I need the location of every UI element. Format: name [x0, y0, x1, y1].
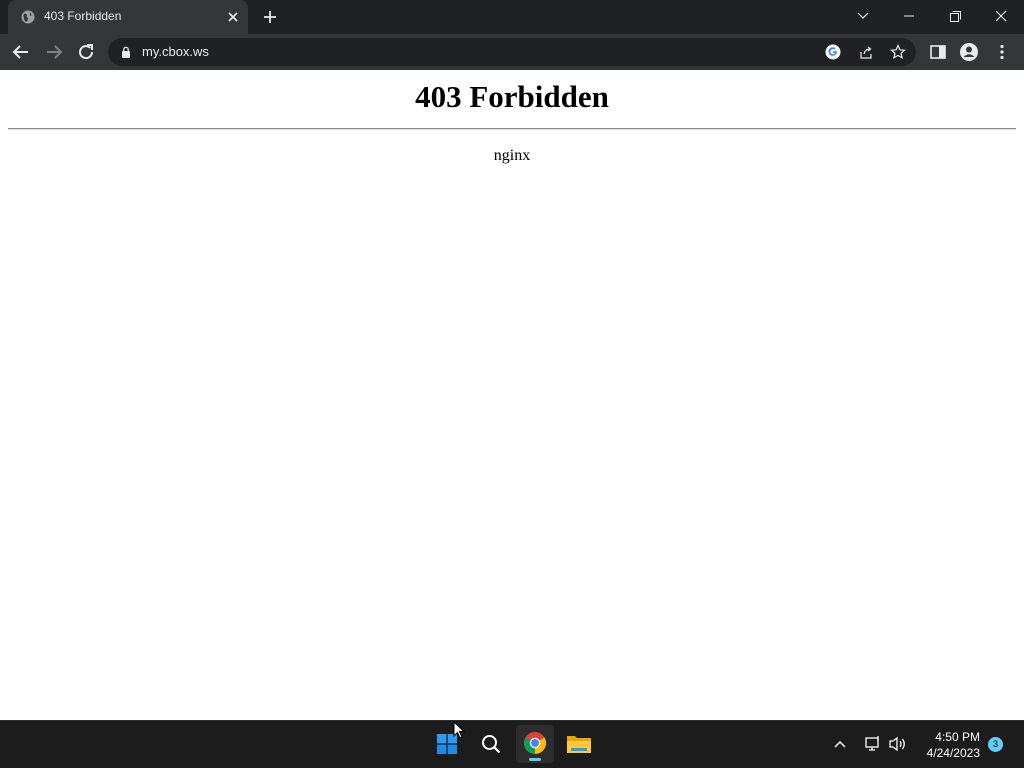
back-arrow-icon[interactable] [9, 40, 33, 64]
taskbar: 4:50 PM 4/24/2023 3 [0, 720, 1024, 768]
bookmark-star-icon[interactable] [890, 44, 906, 60]
share-icon[interactable] [858, 44, 874, 60]
active-app-indicator [529, 758, 541, 761]
close-window-icon[interactable] [988, 5, 1014, 27]
lock-icon[interactable] [121, 46, 131, 58]
show-hidden-icons-chevron-up-icon[interactable] [832, 737, 848, 753]
volume-icon[interactable] [888, 735, 908, 753]
search-icon [482, 735, 501, 754]
browser-tab-strip: 403 Forbidden [0, 0, 1024, 34]
folder-icon [567, 736, 591, 753]
profile-avatar-icon[interactable] [959, 42, 979, 62]
reload-icon[interactable] [74, 40, 98, 64]
page-heading: 403 Forbidden [415, 79, 609, 114]
system-clock[interactable]: 4:50 PM 4/24/2023 [918, 729, 980, 761]
url-text[interactable]: my.cbox.ws [142, 44, 209, 59]
address-bar[interactable]: my.cbox.ws [108, 38, 916, 66]
divider [8, 128, 1016, 130]
page-content: 403 Forbidden nginx [0, 70, 1024, 720]
tab-title: 403 Forbidden [44, 9, 122, 23]
more-menu-icon[interactable] [992, 42, 1012, 62]
search-button[interactable] [472, 725, 510, 763]
google-lens-icon[interactable] [825, 44, 841, 60]
network-icon[interactable] [864, 735, 882, 753]
minimize-icon[interactable] [896, 5, 922, 27]
file-explorer-button[interactable] [560, 725, 598, 763]
chrome-taskbar-button[interactable] [516, 725, 554, 763]
forward-arrow-icon[interactable] [42, 40, 66, 64]
restore-icon[interactable] [942, 5, 968, 27]
clock-date: 4/24/2023 [926, 746, 980, 760]
tab-search-chevron-down-icon[interactable] [850, 5, 876, 27]
chrome-icon [524, 732, 546, 754]
new-tab-plus-icon[interactable] [260, 7, 280, 27]
mouse-cursor-icon [453, 721, 465, 739]
tab-close-icon[interactable] [226, 10, 240, 24]
server-name: nginx [493, 147, 531, 164]
notification-badge[interactable]: 3 [988, 737, 1003, 752]
browser-toolbar: my.cbox.ws [0, 34, 1024, 70]
globe-icon [21, 10, 35, 24]
side-panel-icon[interactable] [928, 42, 948, 62]
browser-tab[interactable]: 403 Forbidden [8, 0, 248, 34]
clock-time: 4:50 PM [935, 730, 980, 744]
